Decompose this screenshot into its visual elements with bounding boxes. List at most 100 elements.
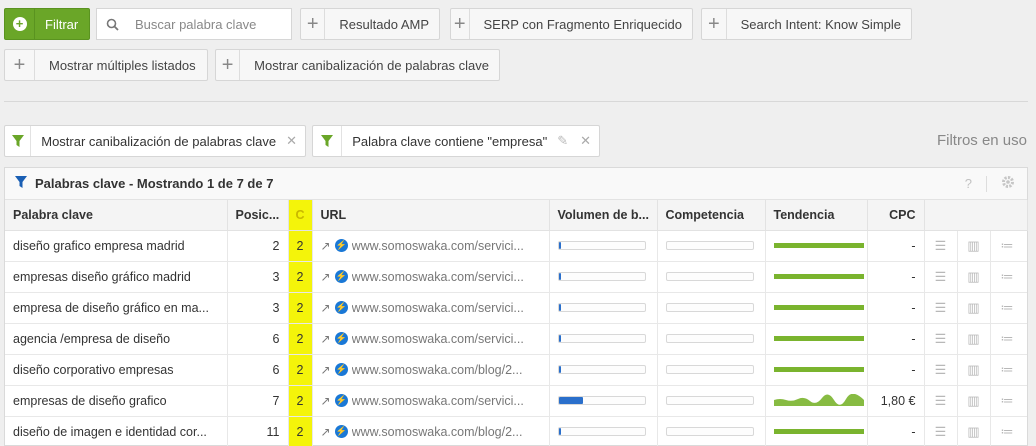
url-cell[interactable]: ↗ ⚡ www.somoswaka.com/servici... <box>312 323 550 355</box>
col-url[interactable]: URL <box>312 200 550 231</box>
url-text[interactable]: www.somoswaka.com/servici... <box>352 270 524 284</box>
col-c[interactable]: C <box>288 200 313 231</box>
search-intent-button[interactable]: + Search Intent: Know Simple <box>701 8 912 40</box>
close-icon[interactable]: ✕ <box>580 133 599 149</box>
keyword-cell[interactable]: diseño grafico empresa madrid <box>5 230 228 262</box>
keyword-cell[interactable]: agencia /empresa de diseño <box>5 323 228 355</box>
table-row[interactable]: diseño grafico empresa madrid 2 2 ↗ ⚡ ww… <box>5 230 1027 262</box>
url-text[interactable]: www.somoswaka.com/servici... <box>352 301 524 315</box>
c-cell: 2 <box>288 416 313 446</box>
indent-icon[interactable]: ☰ <box>925 385 958 415</box>
cpc-cell: - <box>867 354 925 386</box>
c-cell: 2 <box>288 385 313 417</box>
bar-chart-icon[interactable]: ▥ <box>958 261 991 291</box>
amp-bolt-icon: ⚡ <box>334 239 348 252</box>
keywords-table: Palabra clave Posic... C URL Volumen de … <box>5 200 1028 446</box>
col-cpc[interactable]: CPC <box>867 200 925 231</box>
col-actions <box>924 200 1028 231</box>
keyword-cell[interactable]: empresas diseño gráfico madrid <box>5 261 228 293</box>
filter-chip-keyword-contains[interactable]: Palabra clave contiene "empresa" ✎ ✕ <box>312 125 600 157</box>
trend-line <box>773 243 864 248</box>
c-cell: 2 <box>288 261 313 293</box>
external-link-icon[interactable]: ↗ <box>321 270 331 284</box>
amp-bolt-icon: ⚡ <box>334 301 348 314</box>
indent-icon[interactable]: ☰ <box>925 354 958 384</box>
filter-chip-cannibalization[interactable]: Mostrar canibalización de palabras clave… <box>4 125 306 157</box>
cannibalization-button[interactable]: + Mostrar canibalización de palabras cla… <box>215 49 500 81</box>
bar-chart-icon[interactable]: ▥ <box>958 230 991 260</box>
actions-cell: ☰ ▥ ≔ <box>924 261 1027 293</box>
trend-line <box>773 274 864 279</box>
external-link-icon[interactable]: ↗ <box>321 239 331 253</box>
gear-icon[interactable] <box>1001 175 1015 192</box>
keyword-cell[interactable]: empresas de diseño grafico <box>5 385 228 417</box>
bar-chart-icon[interactable]: ▥ <box>958 292 991 322</box>
bar-chart-icon[interactable]: ▥ <box>958 385 991 415</box>
table-row[interactable]: empresas de diseño grafico 7 2 ↗ ⚡ www.s… <box>5 385 1027 417</box>
bar-chart-icon[interactable]: ▥ <box>958 354 991 384</box>
keyword-cell[interactable]: diseño corporativo empresas <box>5 354 228 386</box>
url-text[interactable]: www.somoswaka.com/servici... <box>352 239 524 253</box>
list-icon[interactable]: ≔ <box>991 293 1024 323</box>
url-cell[interactable]: ↗ ⚡ www.somoswaka.com/servici... <box>312 230 550 262</box>
col-position[interactable]: Posic... <box>227 200 289 231</box>
competition-cell <box>657 292 766 324</box>
keyword-cell[interactable]: diseño de imagen e identidad cor... <box>5 416 228 446</box>
bar-chart-icon[interactable]: ▥ <box>958 416 991 446</box>
help-icon[interactable]: ? <box>965 176 972 191</box>
search-box[interactable] <box>96 8 292 40</box>
search-input[interactable] <box>135 16 285 32</box>
list-icon[interactable]: ≔ <box>991 262 1024 292</box>
external-link-icon[interactable]: ↗ <box>321 394 331 408</box>
url-cell[interactable]: ↗ ⚡ www.somoswaka.com/servici... <box>312 261 550 293</box>
search-icon <box>97 18 127 31</box>
list-icon[interactable]: ≔ <box>991 417 1024 446</box>
url-cell[interactable]: ↗ ⚡ www.somoswaka.com/servici... <box>312 292 550 324</box>
url-cell[interactable]: ↗ ⚡ www.somoswaka.com/blog/2... <box>312 354 550 386</box>
external-link-icon[interactable]: ↗ <box>321 332 331 346</box>
list-icon[interactable]: ≔ <box>991 355 1024 385</box>
external-link-icon[interactable]: ↗ <box>321 301 331 315</box>
url-text[interactable]: www.somoswaka.com/blog/2... <box>352 363 523 377</box>
pencil-icon[interactable]: ✎ <box>557 133 580 149</box>
table-row[interactable]: diseño corporativo empresas 6 2 ↗ ⚡ www.… <box>5 354 1027 386</box>
actions-cell: ☰ ▥ ≔ <box>924 385 1027 417</box>
rich-snippet-button[interactable]: + SERP con Fragmento Enriquecido <box>450 8 693 40</box>
list-icon[interactable]: ≔ <box>991 231 1024 261</box>
table-row[interactable]: diseño de imagen e identidad cor... 11 2… <box>5 416 1027 446</box>
cpc-cell: - <box>867 292 925 324</box>
col-competition[interactable]: Competencia <box>657 200 766 231</box>
cpc-cell: - <box>867 261 925 293</box>
close-icon[interactable]: ✕ <box>286 133 305 149</box>
indent-icon[interactable]: ☰ <box>925 416 958 446</box>
competition-bar <box>665 334 754 343</box>
table-row[interactable]: empresa de diseño gráfico en ma... 3 2 ↗… <box>5 292 1027 324</box>
url-cell[interactable]: ↗ ⚡ www.somoswaka.com/servici... <box>312 385 550 417</box>
indent-icon[interactable]: ☰ <box>925 292 958 322</box>
col-trend[interactable]: Tendencia <box>765 200 868 231</box>
url-text[interactable]: www.somoswaka.com/servici... <box>352 394 524 408</box>
external-link-icon[interactable]: ↗ <box>321 363 331 377</box>
url-text[interactable]: www.somoswaka.com/blog/2... <box>352 425 523 439</box>
list-icon[interactable]: ≔ <box>991 324 1024 354</box>
filter-button[interactable]: + Filtrar <box>4 8 90 40</box>
bar-chart-icon[interactable]: ▥ <box>958 323 991 353</box>
url-cell[interactable]: ↗ ⚡ www.somoswaka.com/blog/2... <box>312 416 550 446</box>
table-row[interactable]: empresas diseño gráfico madrid 3 2 ↗ ⚡ w… <box>5 261 1027 293</box>
indent-icon[interactable]: ☰ <box>925 323 958 353</box>
competition-bar <box>665 272 754 281</box>
url-text[interactable]: www.somoswaka.com/servici... <box>352 332 524 346</box>
amp-bolt-icon: ⚡ <box>334 332 348 345</box>
table-row[interactable]: agencia /empresa de diseño 6 2 ↗ ⚡ www.s… <box>5 323 1027 355</box>
indent-icon[interactable]: ☰ <box>925 230 958 260</box>
amp-result-button[interactable]: + Resultado AMP <box>300 8 440 40</box>
trend-cell <box>765 292 868 324</box>
actions-cell: ☰ ▥ ≔ <box>924 323 1027 355</box>
col-volume[interactable]: Volumen de b... <box>549 200 658 231</box>
indent-icon[interactable]: ☰ <box>925 261 958 291</box>
external-link-icon[interactable]: ↗ <box>321 425 331 439</box>
multiple-listings-button[interactable]: + Mostrar múltiples listados <box>4 49 208 81</box>
list-icon[interactable]: ≔ <box>991 386 1024 416</box>
keyword-cell[interactable]: empresa de diseño gráfico en ma... <box>5 292 228 324</box>
col-keyword[interactable]: Palabra clave <box>5 200 228 231</box>
